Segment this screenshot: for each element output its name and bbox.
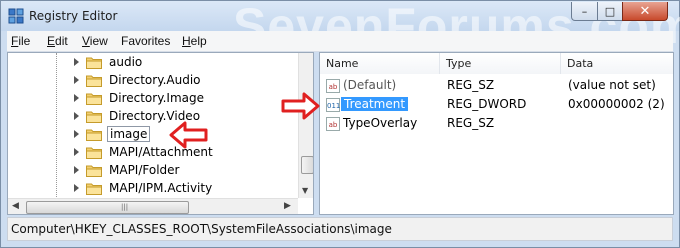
- menu-view[interactable]: View: [82, 34, 108, 48]
- expand-arrow-icon[interactable]: [74, 148, 79, 156]
- folder-icon: [86, 93, 102, 105]
- tree-item-label: MAPI/Folder: [109, 163, 180, 177]
- value-name[interactable]: Treatment: [341, 97, 409, 111]
- registry-editor-window: Registry Editor SevenForums.com – □ ✕ Fi…: [0, 0, 680, 248]
- folder-icon: [86, 165, 102, 177]
- tree-vscroll-thumb[interactable]: [301, 156, 313, 174]
- tree-item[interactable]: image: [8, 126, 298, 144]
- value-row[interactable]: 011 Treatment REG_DWORD 0x00000002 (2): [320, 96, 673, 114]
- expand-arrow-icon[interactable]: [74, 130, 79, 138]
- tree-item[interactable]: MAPI/IPM.Activity: [8, 180, 298, 198]
- folder-icon: [86, 183, 102, 195]
- maximize-button[interactable]: □: [597, 2, 623, 21]
- tree-item-label: Directory.Image: [109, 91, 204, 105]
- folder-icon: [86, 129, 102, 141]
- annotation-arrow-left-icon: [169, 121, 208, 149]
- value-type: REG_SZ: [447, 78, 495, 92]
- tree-item[interactable]: Directory.Image: [8, 90, 298, 108]
- registry-values-list[interactable]: Name Type Data ab (Default) REG_SZ (value n…: [319, 52, 674, 215]
- scroll-down-arrow-icon[interactable]: ▼: [302, 186, 308, 195]
- menu-help[interactable]: Help: [182, 34, 207, 48]
- status-key-path: Computer\HKEY_CLASSES_ROOT\SystemFileAss…: [11, 222, 392, 236]
- column-header-data[interactable]: Data: [561, 53, 673, 74]
- tree-horizontal-scrollbar[interactable]: ◀ ||| ▶: [8, 198, 298, 214]
- menu-file[interactable]: File: [11, 34, 30, 48]
- title-bar[interactable]: Registry Editor SevenForums.com – □ ✕: [1, 0, 680, 54]
- tree-item[interactable]: Directory.Video: [8, 108, 298, 126]
- folder-icon: [86, 57, 102, 69]
- string-value-icon: ab: [326, 117, 340, 131]
- dword-value-icon: 011: [326, 98, 340, 112]
- tree-item-label: image: [107, 126, 151, 142]
- expand-arrow-icon[interactable]: [74, 94, 79, 102]
- tree-item[interactable]: MAPI/Attachment: [8, 144, 298, 162]
- annotation-arrow-right-icon: [281, 92, 320, 120]
- tree-item[interactable]: MAPI/Folder: [8, 162, 298, 180]
- folder-icon: [86, 75, 102, 87]
- tree-vertical-scrollbar[interactable]: ▼: [298, 53, 313, 198]
- tree-hscroll-thumb[interactable]: |||: [26, 201, 189, 214]
- value-name[interactable]: (Default): [343, 78, 396, 92]
- registry-editor-app-icon: [8, 8, 24, 24]
- expand-arrow-icon[interactable]: [74, 112, 79, 120]
- window-title: Registry Editor: [29, 9, 118, 23]
- tree-item-label: Directory.Audio: [109, 73, 201, 87]
- close-button[interactable]: ✕: [622, 2, 668, 21]
- value-type: REG_DWORD: [447, 97, 527, 111]
- minimize-button[interactable]: –: [571, 2, 598, 21]
- expand-arrow-icon[interactable]: [74, 58, 79, 66]
- value-name[interactable]: TypeOverlay: [343, 116, 417, 130]
- column-header-name[interactable]: Name: [320, 53, 440, 74]
- string-value-icon: ab: [326, 79, 340, 93]
- column-header-type[interactable]: Type: [440, 53, 561, 74]
- value-data: 0x00000002 (2): [568, 97, 665, 111]
- expand-arrow-icon[interactable]: [74, 166, 79, 174]
- tree-item-label: audio: [109, 55, 143, 69]
- menu-bar: File Edit View Favorites Help: [7, 31, 673, 52]
- status-bar: Computer\HKEY_CLASSES_ROOT\SystemFileAss…: [7, 217, 673, 241]
- folder-icon: [86, 111, 102, 123]
- value-type: REG_SZ: [447, 116, 495, 130]
- value-row[interactable]: ab (Default) REG_SZ (value not set): [320, 77, 673, 95]
- menu-edit[interactable]: Edit: [47, 34, 68, 48]
- registry-key-tree[interactable]: audio Directory.Audio Directory.Image Direc…: [7, 52, 314, 215]
- grip-icon: |||: [121, 203, 129, 211]
- menu-favorites[interactable]: Favorites: [121, 34, 170, 48]
- expand-arrow-icon[interactable]: [74, 184, 79, 192]
- tree-item[interactable]: audio: [8, 54, 298, 72]
- folder-icon: [86, 147, 102, 159]
- scroll-right-arrow-icon[interactable]: ▶: [284, 201, 291, 211]
- value-data: (value not set): [568, 78, 656, 92]
- tree-item[interactable]: Directory.Audio: [8, 72, 298, 90]
- value-row[interactable]: ab TypeOverlay REG_SZ: [320, 115, 673, 133]
- expand-arrow-icon[interactable]: [74, 76, 79, 84]
- scroll-left-arrow-icon[interactable]: ◀: [12, 201, 19, 211]
- tree-item-label: MAPI/IPM.Activity: [109, 181, 213, 195]
